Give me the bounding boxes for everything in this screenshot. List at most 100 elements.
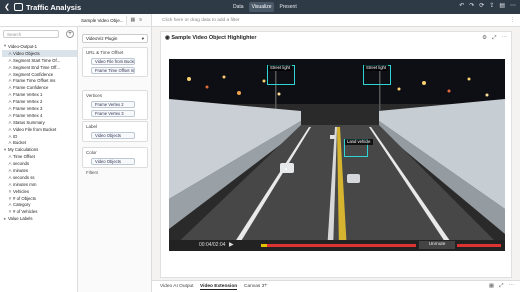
- tree-item-label: Frame Vertex 2: [13, 99, 43, 105]
- tree-item[interactable]: A Frame Vertex 2: [2, 98, 77, 105]
- data-element-chip[interactable]: Frame Time Offset ms: [91, 67, 135, 74]
- bbox-land-vehicle: Land vehicle: [344, 139, 373, 157]
- tree-item[interactable]: # # of Objects: [2, 195, 77, 202]
- chevron-down-icon: ▾: [141, 36, 144, 41]
- tree-item-label: # of Vehicles: [13, 209, 38, 215]
- data-element-chip[interactable]: Video File from Bucket: [91, 58, 135, 65]
- tab-video-extension[interactable]: Video Extension: [200, 284, 238, 290]
- expand-icon[interactable]: ⤢: [492, 35, 496, 42]
- tree-item[interactable]: # Vehicles: [2, 188, 77, 195]
- tree-item[interactable]: Aminutes: [2, 167, 77, 174]
- grammar-section: URL & Time Offset Video File from Bucket F…: [82, 47, 148, 77]
- app-title: Traffic Analysis: [26, 2, 82, 12]
- add-data-button[interactable]: +: [66, 30, 74, 38]
- tab-visualize[interactable]: Visualize: [248, 2, 275, 12]
- bbox-label: Street light: [268, 65, 293, 71]
- tree-item[interactable]: A Frame Vertex 4: [2, 112, 77, 119]
- bbox-street-light-1: Street light: [267, 65, 295, 85]
- grid-icon[interactable]: ▦: [489, 283, 494, 290]
- layers-icon[interactable]: ▦: [130, 17, 135, 23]
- bbox-street-light-2: Street light: [363, 65, 391, 85]
- tree-item-label: Frame Vertex 4: [13, 112, 43, 118]
- refresh-icon[interactable]: ⟳: [479, 2, 484, 9]
- seek-bar[interactable]: [261, 244, 416, 247]
- section-title: Label: [86, 124, 98, 129]
- tree-item[interactable]: A Video File from Bucket: [2, 126, 77, 133]
- mode-tabs: Data Visualize Present: [230, 2, 300, 12]
- tree-item[interactable]: A Frame Confidence: [2, 84, 77, 91]
- tree-folder[interactable]: ▾ Video-Output-1: [2, 43, 77, 50]
- tree-item[interactable]: A Frame Time Offset ms: [2, 77, 77, 84]
- time-display: 00:04/02:04: [199, 242, 226, 248]
- tree-item[interactable]: A Segment Confidence: [2, 71, 77, 78]
- volume-slider[interactable]: [457, 244, 501, 247]
- tree-item[interactable]: A Frame Vertex 1: [2, 91, 77, 98]
- unmute-button[interactable]: Unmute: [419, 241, 455, 249]
- tab-video-ai-output[interactable]: Video AI Output: [160, 284, 194, 289]
- tree-folder[interactable]: ▸ Value Labels: [2, 215, 77, 222]
- play-icon[interactable]: ▶: [229, 241, 234, 248]
- video-frame[interactable]: Street light Street light Land vehicle: [169, 59, 505, 251]
- tree-item[interactable]: A Video Objects: [2, 49, 77, 57]
- data-element-chip[interactable]: Frame Vertex 3: [91, 110, 135, 117]
- app-icon: [14, 3, 23, 11]
- bbox-label: Street light: [364, 65, 389, 71]
- fit-icon[interactable]: ⤢: [499, 283, 503, 290]
- viz-title-text: Sample Video Object Highlighter: [171, 35, 257, 41]
- tree-item-label: Frame Vertex 3: [13, 105, 43, 111]
- tree-item-label: Segment End Time Off...: [13, 64, 60, 70]
- more-icon[interactable]: ⋯: [502, 35, 508, 42]
- tree-item-label: Video Objects: [13, 50, 40, 56]
- more-icon[interactable]: ⋯: [509, 283, 515, 290]
- section-title: Color: [86, 150, 97, 155]
- save-icon[interactable]: ▤: [499, 2, 505, 9]
- tree-item[interactable]: Aseconds: [2, 160, 77, 167]
- viz-type-label: VideoViz Plugin: [86, 36, 118, 41]
- tree-item[interactable]: Aseconds ss: [2, 174, 77, 181]
- data-element-chip[interactable]: Video Objects: [91, 158, 135, 165]
- properties-icon[interactable]: ≡: [139, 17, 142, 23]
- filter-bar[interactable]: Click here or drag data to add a filter …: [152, 14, 520, 27]
- filters-label: Filters: [86, 170, 99, 175]
- search-input[interactable]: Search: [3, 30, 59, 38]
- more-icon[interactable]: ⋯: [510, 2, 516, 9]
- tree-item[interactable]: A Segment End Time Off...: [2, 64, 77, 71]
- settings-icon[interactable]: ⚙: [482, 35, 487, 42]
- tab-present[interactable]: Present: [276, 2, 299, 12]
- more-icon[interactable]: ⋮: [510, 14, 515, 27]
- data-tree: ▾ Video-Output-1 A Video Objects A Segment St…: [2, 43, 77, 222]
- viz-title: ◉ Sample Video Object Highlighter: [165, 35, 257, 41]
- tree-item-label: Video File from Bucket: [13, 126, 57, 132]
- tree-item[interactable]: # # of Vehicles: [2, 208, 77, 215]
- add-canvas-icon[interactable]: +: [264, 283, 268, 289]
- seek-progress: [261, 244, 267, 247]
- tree-item[interactable]: A Time Offset: [2, 153, 77, 160]
- redo-icon[interactable]: ↷: [469, 2, 474, 9]
- tree-item[interactable]: A Segment Start Time Of...: [2, 57, 77, 64]
- tunnel-scene: [169, 59, 505, 251]
- viz-actions: ⚙ ⤢ ⋯: [482, 35, 507, 42]
- data-element-chip[interactable]: Frame Vertex 2: [91, 101, 135, 108]
- tree-item[interactable]: Aminutes mm: [2, 181, 77, 188]
- data-element-chip[interactable]: Video Objects: [91, 132, 135, 139]
- viz-type-select[interactable]: VideoViz Plugin ▾: [82, 34, 148, 43]
- bbox-label: Land vehicle: [345, 139, 373, 145]
- back-icon[interactable]: ❮: [2, 3, 12, 11]
- tree-item[interactable]: A Frame Vertex 3: [2, 105, 77, 112]
- tree-item-label: Video-Output-1: [8, 43, 38, 49]
- tree-item[interactable]: A Bucket: [2, 139, 77, 146]
- undo-icon[interactable]: ↶: [459, 2, 464, 9]
- tree-item-label: Segment Confidence: [13, 71, 54, 77]
- tab-canvas-3[interactable]: Canvas 3: [244, 284, 264, 289]
- tree-item[interactable]: A ID: [2, 133, 77, 140]
- tree-item-label: Time Offset: [13, 154, 35, 160]
- tree-item[interactable]: A Category: [2, 201, 77, 208]
- tab-data[interactable]: Data: [230, 2, 247, 12]
- tree-folder[interactable]: ▾ My Calculations: [2, 146, 77, 153]
- tab-sample-video[interactable]: Sample Video Obje...: [78, 15, 128, 25]
- share-icon[interactable]: ⇪: [489, 2, 494, 9]
- tree-item[interactable]: A Status Summary: [2, 119, 77, 126]
- tree-item-label: seconds ss: [13, 174, 35, 180]
- tree-item-label: My Calculations: [8, 147, 39, 153]
- tree-item-label: Value Labels: [8, 216, 33, 222]
